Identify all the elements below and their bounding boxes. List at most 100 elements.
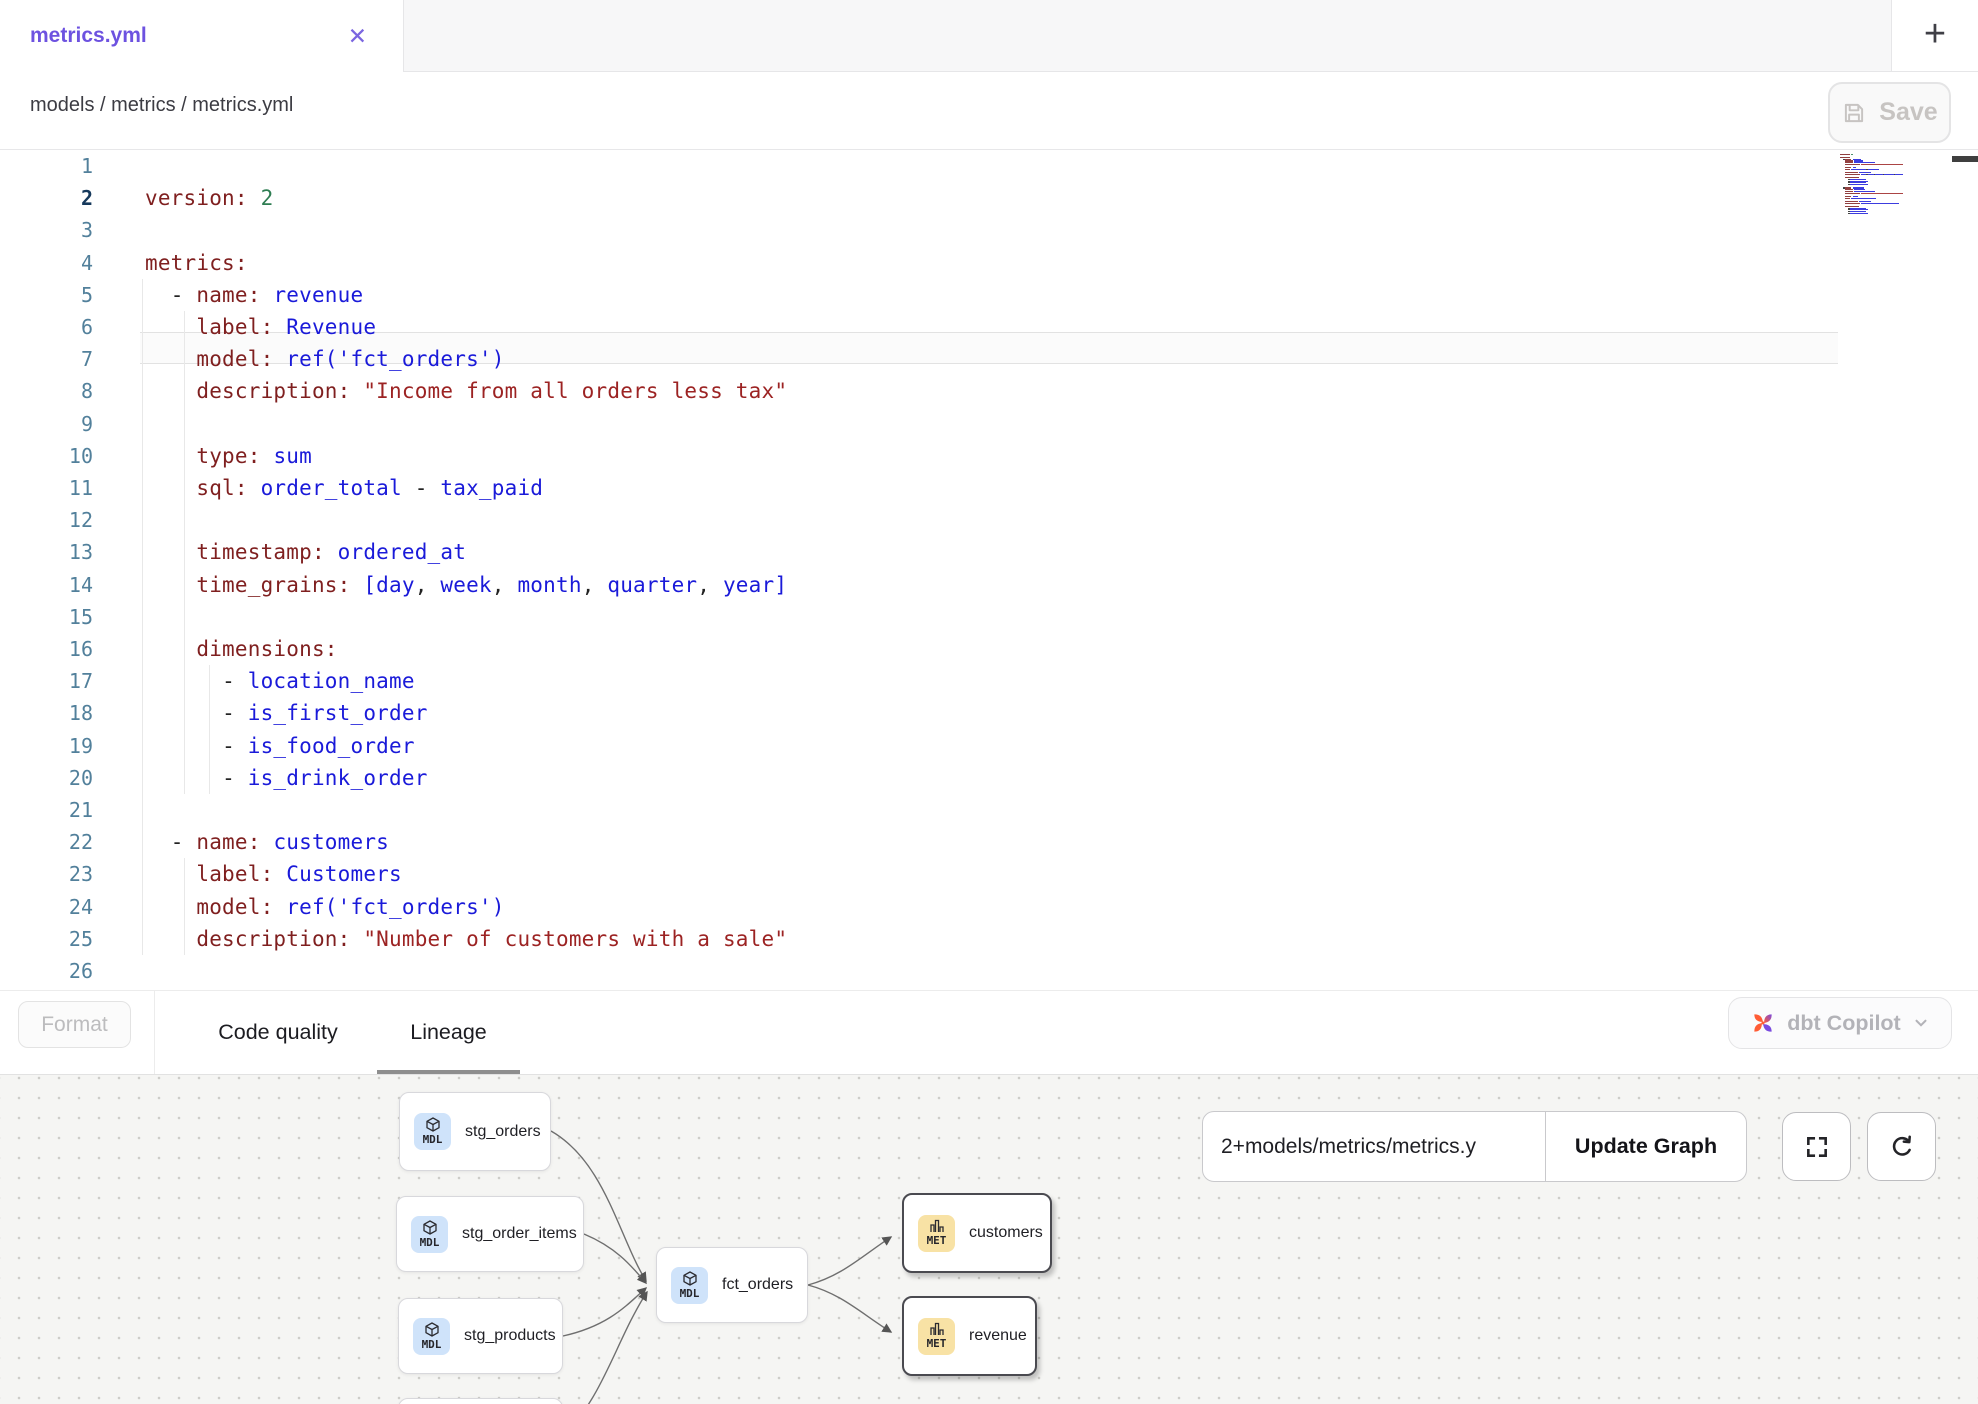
tab-strip: metrics.yml ✕ + xyxy=(0,0,1978,72)
lineage-node-customers[interactable]: MET customers xyxy=(902,1193,1052,1273)
badge-label: MET xyxy=(927,1337,947,1350)
dbt-copilot-icon xyxy=(1750,1010,1776,1036)
lineage-canvas[interactable]: MDL stg_orders MDL stg_order_items MDL stg_pr… xyxy=(0,1075,1978,1404)
line-number: 1 xyxy=(0,150,93,182)
lineage-node-revenue[interactable]: MET revenue xyxy=(902,1296,1037,1376)
code-row: 25 description: "Number of customers wit… xyxy=(0,923,1978,955)
lineage-node-stg_orders[interactable]: MDL stg_orders xyxy=(399,1092,551,1171)
lineage-selector-input[interactable]: 2+models/metrics/metrics.y xyxy=(1203,1112,1546,1181)
node-label: stg_orders xyxy=(465,1123,541,1141)
code-row: 16 dimensions: xyxy=(0,633,1978,665)
edge-path xyxy=(808,1237,891,1285)
edge-path xyxy=(808,1285,891,1332)
code-editor[interactable]: 12version: 234metrics:5 - name: revenue6… xyxy=(0,150,1978,990)
node-label: customers xyxy=(969,1224,1043,1242)
code-text: metrics: xyxy=(145,247,248,279)
code-text: description: "Income from all orders les… xyxy=(145,375,787,407)
new-tab-button[interactable]: + xyxy=(1891,0,1978,71)
tab-metrics-yml[interactable]: metrics.yml ✕ xyxy=(0,0,404,72)
model-badge: MDL xyxy=(411,1216,448,1253)
badge-label: MDL xyxy=(420,1236,440,1249)
code-text: time_grains: [day, week, month, quarter,… xyxy=(145,569,787,601)
code-text: label: Customers xyxy=(145,858,402,890)
line-number: 11 xyxy=(0,472,93,504)
code-text: label: Revenue xyxy=(145,311,376,343)
save-button[interactable]: Save xyxy=(1828,82,1951,143)
code-row: 22 - name: customers xyxy=(0,826,1978,858)
panel-divider xyxy=(154,991,155,1074)
format-button[interactable]: Format xyxy=(18,1001,131,1048)
code-text: dimensions: xyxy=(145,633,338,665)
bottom-panel-bar: Format Code quality Lineage dbt Copilot xyxy=(0,990,1978,1075)
line-number: 14 xyxy=(0,569,93,601)
minimap[interactable] xyxy=(1840,152,1904,214)
model-badge: MDL xyxy=(671,1267,708,1304)
node-label: stg_order_items xyxy=(462,1225,577,1243)
fullscreen-icon xyxy=(1804,1134,1830,1160)
node-label: revenue xyxy=(969,1327,1027,1345)
code-row: 23 label: Customers xyxy=(0,858,1978,890)
lineage-node-offscreen_node[interactable] xyxy=(398,1398,563,1404)
line-number: 10 xyxy=(0,440,93,472)
code-text: - is_first_order xyxy=(145,697,428,729)
code-row: 18 - is_first_order xyxy=(0,697,1978,729)
save-icon xyxy=(1841,100,1867,126)
line-number: 26 xyxy=(0,955,93,987)
line-number: 25 xyxy=(0,923,93,955)
lineage-node-stg_products[interactable]: MDL stg_products xyxy=(398,1298,563,1374)
line-number: 5 xyxy=(0,279,93,311)
code-row: 15 xyxy=(0,601,1978,633)
fullscreen-button[interactable] xyxy=(1782,1112,1851,1181)
plus-icon: + xyxy=(1924,15,1946,53)
code-row: 2version: 2 xyxy=(0,182,1978,214)
line-number: 20 xyxy=(0,762,93,794)
dbt-copilot-button[interactable]: dbt Copilot xyxy=(1728,997,1952,1049)
code-row: 3 xyxy=(0,214,1978,246)
node-label: stg_products xyxy=(464,1327,556,1345)
lineage-node-stg_order_items[interactable]: MDL stg_order_items xyxy=(396,1196,584,1272)
code-text: - name: customers xyxy=(145,826,389,858)
code-row: 4metrics: xyxy=(0,247,1978,279)
code-text: sql: order_total - tax_paid xyxy=(145,472,543,504)
edge-path xyxy=(563,1292,647,1404)
node-label: fct_orders xyxy=(722,1276,793,1294)
line-number: 18 xyxy=(0,697,93,729)
line-number: 12 xyxy=(0,504,93,536)
line-number: 8 xyxy=(0,375,93,407)
refresh-icon xyxy=(1888,1133,1916,1161)
graph-selector-group: 2+models/metrics/metrics.y Update Graph xyxy=(1202,1111,1747,1182)
code-row: 21 xyxy=(0,794,1978,826)
code-row: 1 xyxy=(0,150,1978,182)
refresh-button[interactable] xyxy=(1867,1112,1936,1181)
model-badge: MDL xyxy=(414,1113,451,1150)
lineage-node-fct_orders[interactable]: MDL fct_orders xyxy=(656,1247,808,1323)
tab-lineage[interactable]: Lineage xyxy=(377,991,520,1074)
code-row: 19 - is_food_order xyxy=(0,730,1978,762)
line-number: 23 xyxy=(0,858,93,890)
line-number: 9 xyxy=(0,408,93,440)
code-text: - is_food_order xyxy=(145,730,415,762)
code-text: - location_name xyxy=(145,665,415,697)
badge-label: MET xyxy=(927,1234,947,1247)
badge-label: MDL xyxy=(422,1338,442,1351)
code-row: 24 model: ref('fct_orders') xyxy=(0,891,1978,923)
edge-path xyxy=(584,1234,646,1283)
update-graph-button[interactable]: Update Graph xyxy=(1546,1112,1746,1181)
save-label: Save xyxy=(1879,98,1937,127)
code-text: model: ref('fct_orders') xyxy=(145,343,505,375)
line-number: 7 xyxy=(0,343,93,375)
minimap-row xyxy=(1840,213,1904,215)
tab-code-quality[interactable]: Code quality xyxy=(190,991,366,1074)
metric-badge: MET xyxy=(918,1318,955,1355)
code-text: version: 2 xyxy=(145,182,273,214)
code-text: - is_drink_order xyxy=(145,762,428,794)
code-row: 10 type: sum xyxy=(0,440,1978,472)
code-row: 20 - is_drink_order xyxy=(0,762,1978,794)
close-tab-icon[interactable]: ✕ xyxy=(348,25,367,48)
code-row: 6 label: Revenue xyxy=(0,311,1978,343)
scrollbar-cursor-marker[interactable] xyxy=(1952,156,1978,162)
badge-label: MDL xyxy=(680,1287,700,1300)
breadcrumb: models / metrics / metrics.yml xyxy=(30,94,293,117)
line-number: 13 xyxy=(0,536,93,568)
code-row: 11 sql: order_total - tax_paid xyxy=(0,472,1978,504)
